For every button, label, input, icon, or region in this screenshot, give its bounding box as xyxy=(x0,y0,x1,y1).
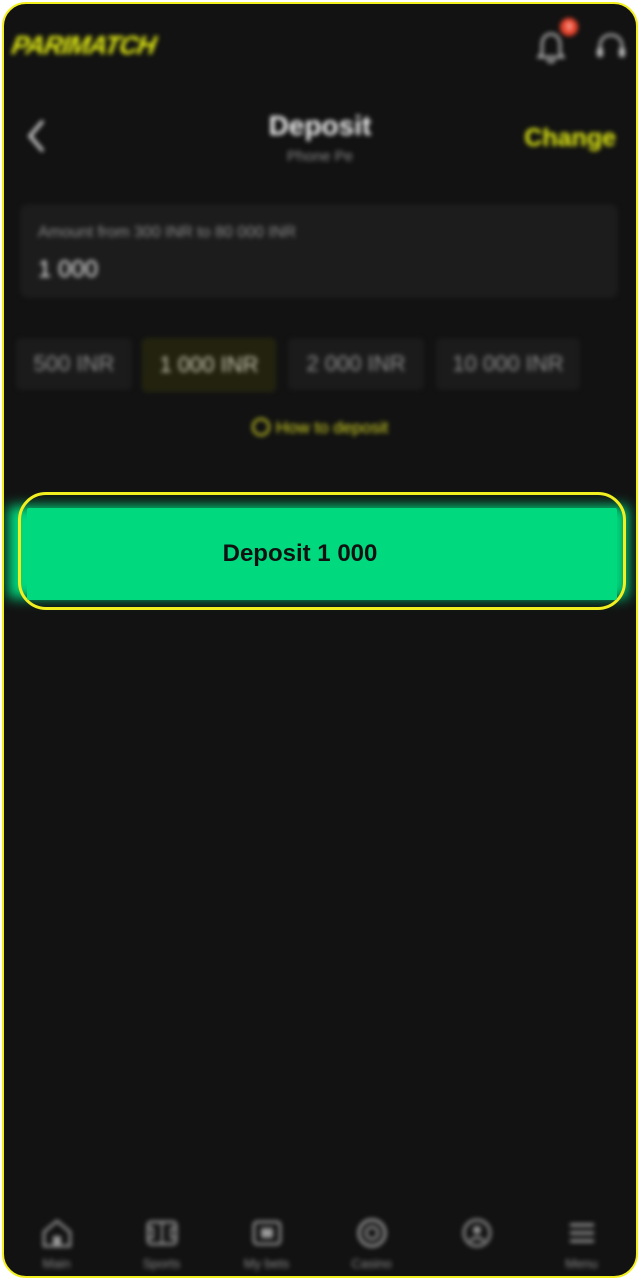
support-headset-icon[interactable] xyxy=(594,30,628,64)
tab-sports[interactable]: Sports xyxy=(109,1200,214,1276)
how-to-deposit-link[interactable]: How to deposit xyxy=(4,418,636,438)
tab-my-bets[interactable]: My bets xyxy=(214,1200,319,1276)
quick-amount-chip[interactable]: 10 000 INR xyxy=(436,338,580,390)
info-icon xyxy=(251,418,270,436)
brand-logo[interactable]: PARIMATCH xyxy=(9,30,157,61)
sports-icon xyxy=(146,1220,177,1246)
page-header: Deposit Phone Pe Change xyxy=(4,96,636,182)
home-icon xyxy=(42,1219,71,1248)
change-method-link[interactable]: Change xyxy=(524,124,616,153)
casino-chip-icon xyxy=(357,1218,386,1248)
amount-label: Amount from 300 INR to 80 000 INR xyxy=(38,224,296,241)
deposit-button[interactable]: Deposit 1 000 xyxy=(18,492,626,610)
tab-account[interactable] xyxy=(424,1200,529,1276)
bottom-tab-bar: Main Sports My bets Casino Menu xyxy=(4,1200,636,1276)
tab-casino[interactable]: Casino xyxy=(319,1200,424,1276)
tab-label: Main xyxy=(42,1256,71,1271)
quick-amount-chip[interactable]: 2 000 INR xyxy=(288,338,424,390)
tab-menu[interactable]: Menu xyxy=(529,1200,634,1276)
amount-field[interactable]: Amount from 300 INR to 80 000 INR xyxy=(20,204,618,298)
quick-amount-chip-selected[interactable]: 1 000 INR xyxy=(142,338,276,392)
amount-input[interactable] xyxy=(38,254,578,286)
quick-amount-chips: 500 INR 1 000 INR 2 000 INR 10 000 INR xyxy=(16,338,636,394)
bell-icon[interactable] xyxy=(536,30,566,64)
tab-label: My bets xyxy=(243,1256,290,1271)
account-icon xyxy=(462,1218,491,1248)
tab-label: Casino xyxy=(351,1256,392,1271)
notification-badge: 9 xyxy=(560,18,578,36)
ticket-icon xyxy=(252,1220,281,1246)
deposit-button-label: Deposit 1 000 xyxy=(222,540,378,567)
tab-label: Menu xyxy=(565,1256,598,1271)
how-to-deposit-label: How to deposit xyxy=(275,418,389,437)
menu-icon xyxy=(569,1223,594,1243)
tab-label: Sports xyxy=(142,1256,181,1271)
quick-amount-chip[interactable]: 500 INR xyxy=(16,338,132,390)
tab-main[interactable]: Main xyxy=(4,1200,109,1276)
app-frame: PARIMATCH 9 Deposit Phone Pe Change Amou… xyxy=(2,2,638,1278)
top-bar: PARIMATCH 9 xyxy=(4,4,636,88)
